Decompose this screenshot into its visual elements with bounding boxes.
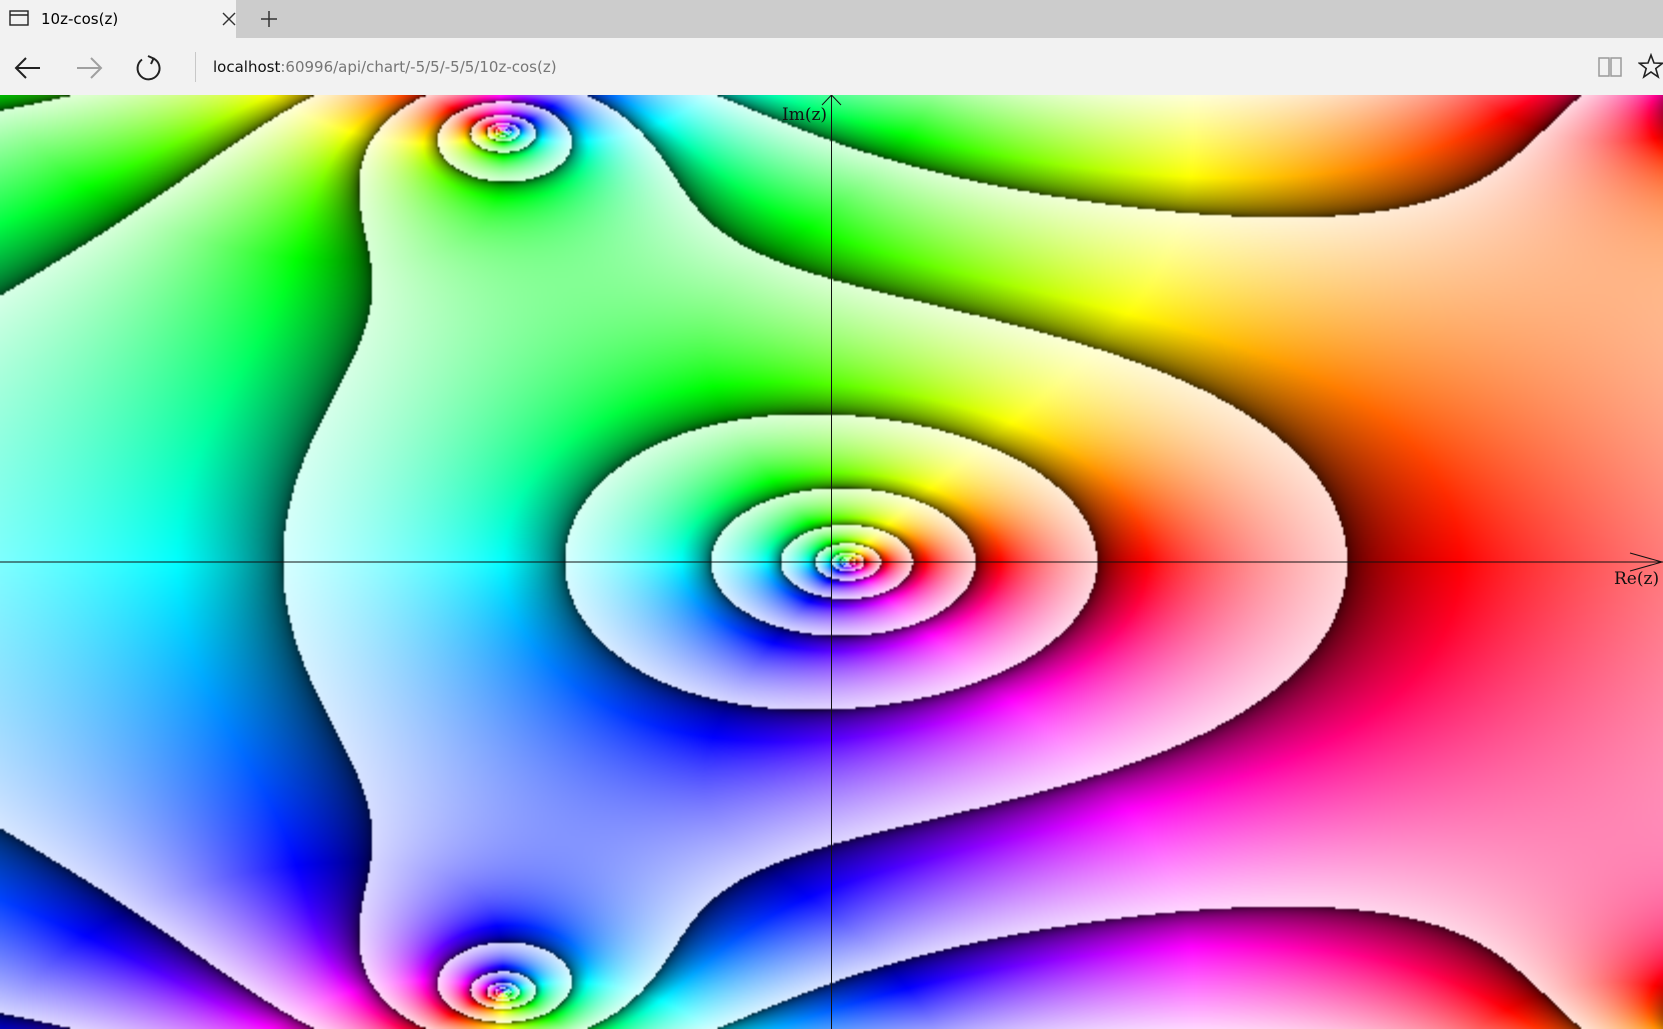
close-icon[interactable] [222, 12, 236, 31]
tab-strip: 10z-cos(z) [0, 0, 1663, 38]
function-plot: Im(z) Re(z) [0, 95, 1663, 1029]
plus-icon[interactable] [259, 9, 279, 34]
address-host: localhost [213, 58, 281, 76]
forward-arrow-icon[interactable] [74, 53, 104, 83]
star-icon[interactable] [1637, 52, 1663, 84]
page-icon [9, 10, 29, 31]
imaginary-axis-label: Im(z) [782, 105, 827, 125]
address-bar[interactable]: localhost:60996/api/chart/-5/5/-5/5/10z-… [213, 58, 557, 76]
back-arrow-icon[interactable] [13, 53, 43, 83]
navigation-bar: localhost:60996/api/chart/-5/5/-5/5/10z-… [0, 38, 1663, 95]
address-path: :60996/api/chart/-5/5/-5/5/10z-cos(z) [280, 58, 557, 76]
real-axis-label: Re(z) [1614, 569, 1659, 589]
plot-axes: Im(z) Re(z) [0, 95, 1663, 1029]
refresh-icon[interactable] [134, 53, 164, 83]
book-icon[interactable] [1597, 55, 1623, 84]
browser-tab[interactable]: 10z-cos(z) [0, 0, 236, 38]
tab-title: 10z-cos(z) [41, 10, 119, 28]
address-separator [195, 52, 196, 82]
